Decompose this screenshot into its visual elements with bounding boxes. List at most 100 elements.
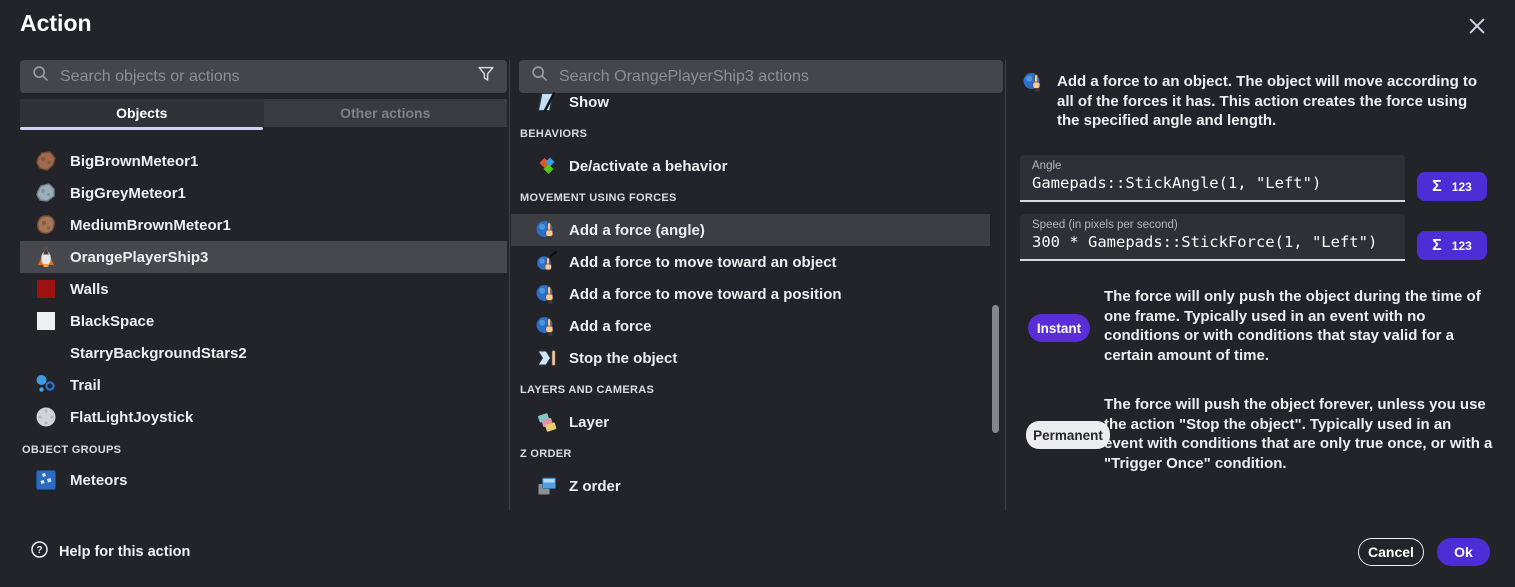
object-name: BlackSpace — [70, 313, 154, 330]
object-row[interactable]: MediumBrownMeteor1 — [20, 209, 507, 241]
meteor-brown-round-icon — [34, 213, 58, 237]
action-section-header: LAYERS AND CAMERAS — [511, 374, 1005, 406]
none-icon — [34, 341, 58, 365]
action-name: De/activate a behavior — [569, 158, 727, 175]
object-name: BigBrownMeteor1 — [70, 153, 198, 170]
action-row[interactable]: Add a force — [511, 310, 990, 342]
objects-search-input[interactable] — [60, 68, 467, 86]
action-row[interactable]: Stop the object — [511, 342, 990, 374]
action-row[interactable]: De/activate a behavior — [511, 150, 990, 182]
close-button[interactable] — [1462, 12, 1492, 42]
speed-field-value[interactable]: 300 * Gamepads::StickForce(1, "Left") — [1032, 233, 1393, 251]
permanent-note-text: The force will push the object forever, … — [1104, 395, 1494, 473]
action-row[interactable]: Z order — [511, 470, 990, 502]
object-name: FlatLightJoystick — [70, 409, 193, 426]
ok-button[interactable]: Ok — [1437, 538, 1490, 566]
tab-objects-label: Objects — [116, 105, 167, 121]
group-meteors-icon — [34, 468, 58, 492]
speed-field[interactable]: Speed (in pixels per second) 300 * Gamep… — [1020, 214, 1405, 261]
force-icon — [535, 314, 559, 338]
red-square-icon — [34, 277, 58, 301]
meteor-brown-icon — [34, 149, 58, 173]
action-description: Add a force to an object. The object wil… — [1057, 72, 1485, 131]
object-name: OrangePlayerShip3 — [70, 249, 208, 266]
action-row[interactable]: Show — [511, 86, 990, 118]
object-row[interactable]: Walls — [20, 273, 507, 305]
meteor-grey-icon — [34, 181, 58, 205]
object-name: MediumBrownMeteor1 — [70, 217, 231, 234]
add-force-icon — [1022, 70, 1046, 99]
instant-badge: Instant — [1028, 314, 1090, 342]
joystick-icon — [34, 405, 58, 429]
action-name: Layer — [569, 414, 609, 431]
force-icon — [535, 218, 559, 242]
numbers-icon: 123 — [1452, 239, 1472, 253]
close-icon — [1466, 15, 1488, 40]
filter-icon[interactable] — [475, 63, 497, 90]
show-icon — [535, 90, 559, 114]
cancel-button[interactable]: Cancel — [1358, 538, 1424, 566]
action-row[interactable]: Layer — [511, 406, 990, 438]
angle-expression-button[interactable]: Σ 123 — [1417, 172, 1487, 201]
object-row[interactable]: BigGreyMeteor1 — [20, 177, 507, 209]
trail-icon — [34, 373, 58, 397]
tab-other-actions[interactable]: Other actions — [264, 99, 508, 127]
page-title: Action — [20, 10, 92, 37]
tab-other-actions-label: Other actions — [340, 105, 430, 121]
object-name: Walls — [70, 281, 109, 298]
angle-field-value[interactable]: Gamepads::StickAngle(1, "Left") — [1032, 174, 1393, 192]
left-panel-tabs: Objects Other actions — [20, 99, 507, 127]
force-object-icon — [535, 250, 559, 274]
action-section-header: BEHAVIORS — [511, 118, 1005, 150]
force-position-icon — [535, 282, 559, 306]
ship-icon — [34, 245, 58, 269]
object-name: StarryBackgroundStars2 — [70, 345, 247, 362]
object-row[interactable]: Trail — [20, 369, 507, 401]
action-row[interactable]: Add a force (angle) — [511, 214, 990, 246]
action-section-header: MOVEMENT USING FORCES — [511, 182, 1005, 214]
angle-field[interactable]: Angle Gamepads::StickAngle(1, "Left") — [1020, 155, 1405, 202]
group-row[interactable]: Meteors — [20, 463, 507, 497]
help-icon: ? — [30, 540, 49, 564]
speed-expression-button[interactable]: Σ 123 — [1417, 231, 1487, 260]
help-link[interactable]: ? Help for this action — [30, 540, 190, 564]
group-name: Meteors — [70, 472, 128, 489]
object-groups-header: OBJECT GROUPS — [20, 437, 507, 463]
actions-list: Show BEHAVIORS De/activate a behavior MOVEM… — [511, 86, 1005, 502]
object-name: BigGreyMeteor1 — [70, 185, 186, 202]
action-name: Add a force (angle) — [569, 222, 705, 239]
behavior-icon — [535, 154, 559, 178]
active-tab-underline — [20, 127, 263, 130]
sigma-icon: Σ — [1432, 237, 1442, 255]
action-name: Add a force to move toward an object — [569, 254, 837, 271]
action-name: Show — [569, 94, 609, 111]
action-row[interactable]: Add a force to move toward an object — [511, 246, 990, 278]
actions-search-input[interactable] — [559, 68, 993, 86]
actions-list-scrollbar[interactable] — [992, 305, 999, 433]
action-name: Stop the object — [569, 350, 677, 367]
objects-list: BigBrownMeteor1 BigGreyMeteor1 MediumBrown… — [20, 145, 507, 497]
object-row[interactable]: BigBrownMeteor1 — [20, 145, 507, 177]
object-row[interactable]: OrangePlayerShip3 — [20, 241, 507, 273]
action-name: Add a force to move toward a position — [569, 286, 842, 303]
sigma-icon: Σ — [1432, 178, 1442, 196]
divider-middle-right — [1005, 60, 1006, 510]
divider-left-middle — [509, 60, 510, 510]
numbers-icon: 123 — [1452, 180, 1472, 194]
permanent-badge: Permanent — [1026, 421, 1110, 449]
layer-icon — [535, 410, 559, 434]
svg-text:?: ? — [36, 545, 42, 556]
action-row[interactable]: Add a force to move toward a position — [511, 278, 990, 310]
object-name: Trail — [70, 377, 101, 394]
angle-field-label: Angle — [1032, 160, 1393, 172]
zorder-icon — [535, 474, 559, 498]
action-name: Z order — [569, 478, 621, 495]
object-row[interactable]: FlatLightJoystick — [20, 401, 507, 433]
object-row[interactable]: StarryBackgroundStars2 — [20, 337, 507, 369]
action-name: Add a force — [569, 318, 652, 335]
stop-icon — [535, 346, 559, 370]
help-label: Help for this action — [59, 544, 190, 560]
tab-objects[interactable]: Objects — [20, 99, 264, 127]
object-row[interactable]: BlackSpace — [20, 305, 507, 337]
objects-search-bar — [20, 60, 507, 93]
